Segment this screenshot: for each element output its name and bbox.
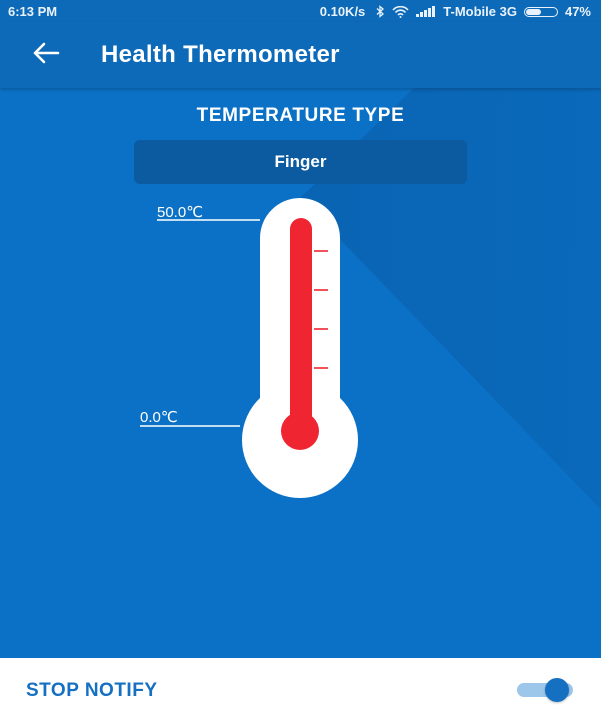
main-content: TEMPERATURE TYPE Finger 50.0℃ 0.0℃ — [0, 88, 601, 658]
back-button[interactable] — [28, 38, 64, 72]
stop-notify-label: STOP NOTIFY — [26, 680, 158, 701]
mercury-bulb — [281, 412, 319, 450]
bluetooth-icon — [376, 5, 385, 18]
page-title: Health Thermometer — [101, 41, 340, 68]
wifi-icon — [392, 5, 409, 18]
bottom-bar: STOP NOTIFY — [0, 658, 601, 722]
network-speed: 0.10K/s — [319, 4, 366, 19]
scale-max-label: 50.0℃ — [157, 204, 204, 221]
toggle-thumb — [545, 678, 569, 702]
battery-percent: 47% — [564, 4, 591, 19]
notify-toggle[interactable] — [515, 678, 581, 702]
signal-icon — [416, 6, 436, 17]
back-arrow-icon — [32, 42, 60, 69]
status-right: 0.10K/s T-Mobile 3G 47% — [320, 4, 591, 19]
status-bar: 6:13 PM 0.10K/s T-Mobile 3G 47% — [0, 0, 601, 22]
status-time: 6:13 PM — [8, 4, 58, 19]
carrier-name: T-Mobile 3G — [443, 4, 517, 19]
mercury-column — [290, 218, 312, 438]
app-bar: Health Thermometer — [0, 22, 601, 88]
scale-min-label: 0.0℃ — [140, 409, 178, 426]
thermometer — [140, 198, 358, 498]
battery-icon — [523, 6, 558, 17]
